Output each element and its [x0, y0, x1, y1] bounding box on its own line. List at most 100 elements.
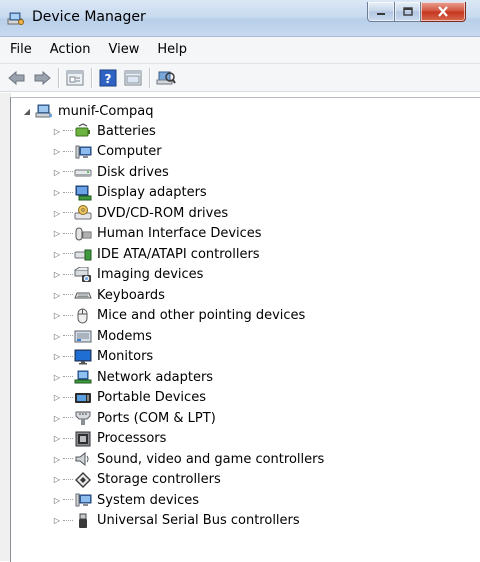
expand-icon[interactable]: ▷ — [52, 121, 62, 141]
menu-bar: File Action View Help — [0, 37, 480, 64]
computer-icon — [35, 103, 53, 119]
tree-node[interactable]: ▷ IDE ATA/ATAPI controllers — [52, 244, 260, 264]
collapse-icon[interactable]: ◢ — [22, 101, 32, 121]
update-driver-button[interactable] — [122, 67, 144, 89]
expand-icon[interactable]: ▷ — [52, 408, 62, 428]
expand-icon[interactable]: ▷ — [52, 285, 62, 305]
tree-node[interactable]: ▷ Imaging devices — [52, 265, 203, 285]
forward-button[interactable] — [31, 67, 53, 89]
back-button[interactable] — [6, 67, 28, 89]
expand-icon[interactable]: ▷ — [52, 326, 62, 346]
tree-node-label: IDE ATA/ATAPI controllers — [97, 246, 260, 262]
tree-connector — [63, 273, 73, 276]
menu-file[interactable]: File — [0, 39, 40, 61]
expand-icon[interactable]: ▷ — [52, 347, 62, 367]
tree-connector — [63, 478, 73, 481]
system-device-icon — [74, 492, 92, 508]
tree-node-label: Ports (COM & LPT) — [97, 410, 216, 426]
expand-icon[interactable]: ▷ — [52, 367, 62, 387]
tree-connector — [63, 294, 73, 296]
update-driver-icon — [124, 70, 142, 85]
tree-node[interactable]: ▷ Mice and other pointing devices — [52, 306, 305, 326]
maximize-icon — [402, 7, 413, 16]
tree-node[interactable]: ▷ Portable Devices — [52, 388, 206, 408]
tree-connector — [63, 212, 73, 214]
tree-node-label: Universal Serial Bus controllers — [97, 513, 300, 528]
tree-node[interactable]: ▷ System devices — [52, 490, 199, 510]
tree-node[interactable]: ▷ Display adapters — [52, 183, 207, 203]
keyboard-icon — [74, 287, 92, 303]
title-bar[interactable]: Device Manager — [0, 0, 480, 37]
properties-icon — [66, 70, 84, 85]
tree-node-label: Human Interface Devices — [97, 226, 262, 241]
expand-icon[interactable]: ▷ — [52, 511, 62, 531]
tree-node[interactable]: ▷ Sound, video and game controllers — [52, 449, 324, 469]
expand-icon[interactable]: ▷ — [52, 265, 62, 285]
tree-node[interactable]: ▷ Network adapters — [52, 367, 213, 387]
menu-action[interactable]: Action — [40, 39, 99, 61]
toolbar-separator — [91, 67, 92, 88]
tree-node-label: Computer — [97, 144, 162, 159]
close-button[interactable] — [421, 2, 466, 22]
tree-node[interactable]: ▷ DVD/CD-ROM drives — [52, 203, 228, 223]
tree-connector — [63, 191, 73, 194]
scan-hardware-button[interactable] — [155, 67, 177, 89]
tree-node-label: DVD/CD-ROM drives — [97, 205, 229, 221]
tree-root-node[interactable]: ◢ munif-Compaq — [22, 101, 154, 121]
tree-node-label: System devices — [97, 492, 200, 508]
help-button[interactable]: ? — [97, 67, 119, 89]
minimize-icon — [377, 12, 385, 15]
tree-node[interactable]: ▷ Monitors — [52, 347, 153, 367]
tree-node-label: Processors — [97, 431, 167, 446]
portable-device-icon — [74, 390, 92, 406]
expand-icon[interactable]: ▷ — [52, 244, 62, 264]
tree-node-label: Keyboards — [97, 287, 165, 303]
toolbar: ? — [0, 64, 480, 92]
expand-icon[interactable]: ▷ — [52, 429, 62, 449]
expand-icon[interactable]: ▷ — [52, 306, 62, 326]
tree-connector — [63, 376, 73, 378]
tree-node-label: Portable Devices — [97, 390, 206, 405]
expand-icon[interactable]: ▷ — [52, 224, 62, 244]
expand-icon[interactable]: ▷ — [52, 470, 62, 490]
close-icon — [438, 6, 448, 17]
tree-node[interactable]: ▷ Keyboards — [52, 285, 165, 305]
expand-icon[interactable]: ▷ — [52, 162, 62, 182]
minimize-button[interactable] — [367, 2, 395, 22]
tree-node-label: Batteries — [97, 123, 156, 139]
tree-node[interactable]: ▷ Storage controllers — [52, 470, 221, 490]
window-controls — [367, 2, 466, 22]
tree-connector — [63, 519, 73, 522]
maximize-button[interactable] — [395, 2, 421, 22]
tree-node[interactable]: ▷ Batteries — [52, 121, 156, 141]
tree-node[interactable]: ▷ Human Interface Devices — [52, 224, 262, 244]
tree-node[interactable]: ▷ Universal Serial Bus controllers — [52, 511, 300, 531]
forward-arrow-icon — [34, 70, 51, 85]
menu-view[interactable]: View — [98, 39, 147, 61]
tree-connector — [63, 335, 73, 337]
properties-button[interactable] — [64, 67, 86, 89]
tree-node[interactable]: ▷ Modems — [52, 326, 152, 346]
tree-root-label: munif-Compaq — [58, 103, 154, 119]
expand-icon[interactable]: ▷ — [52, 142, 62, 162]
tree-node[interactable]: ▷ Disk drives — [52, 162, 169, 182]
ide-controller-icon — [74, 246, 92, 262]
expand-icon[interactable]: ▷ — [52, 449, 62, 469]
tree-connector — [63, 171, 73, 173]
expand-icon[interactable]: ▷ — [52, 388, 62, 408]
dvd-drive-icon — [74, 205, 92, 221]
tree-node-label: Modems — [97, 328, 152, 344]
tree-node[interactable]: ▷ Computer — [52, 142, 162, 162]
network-adapter-icon — [74, 369, 92, 385]
help-icon: ? — [99, 69, 117, 86]
tree-connector — [63, 314, 73, 317]
tree-node-label: Storage controllers — [97, 472, 221, 487]
tree-node[interactable]: ▷ Ports (COM & LPT) — [52, 408, 216, 428]
expand-icon[interactable]: ▷ — [52, 490, 62, 510]
tree-node[interactable]: ▷ Processors — [52, 429, 166, 449]
port-icon — [74, 410, 92, 426]
sound-icon — [74, 451, 92, 467]
expand-icon[interactable]: ▷ — [52, 183, 62, 203]
menu-help[interactable]: Help — [147, 39, 195, 61]
expand-icon[interactable]: ▷ — [52, 203, 62, 223]
